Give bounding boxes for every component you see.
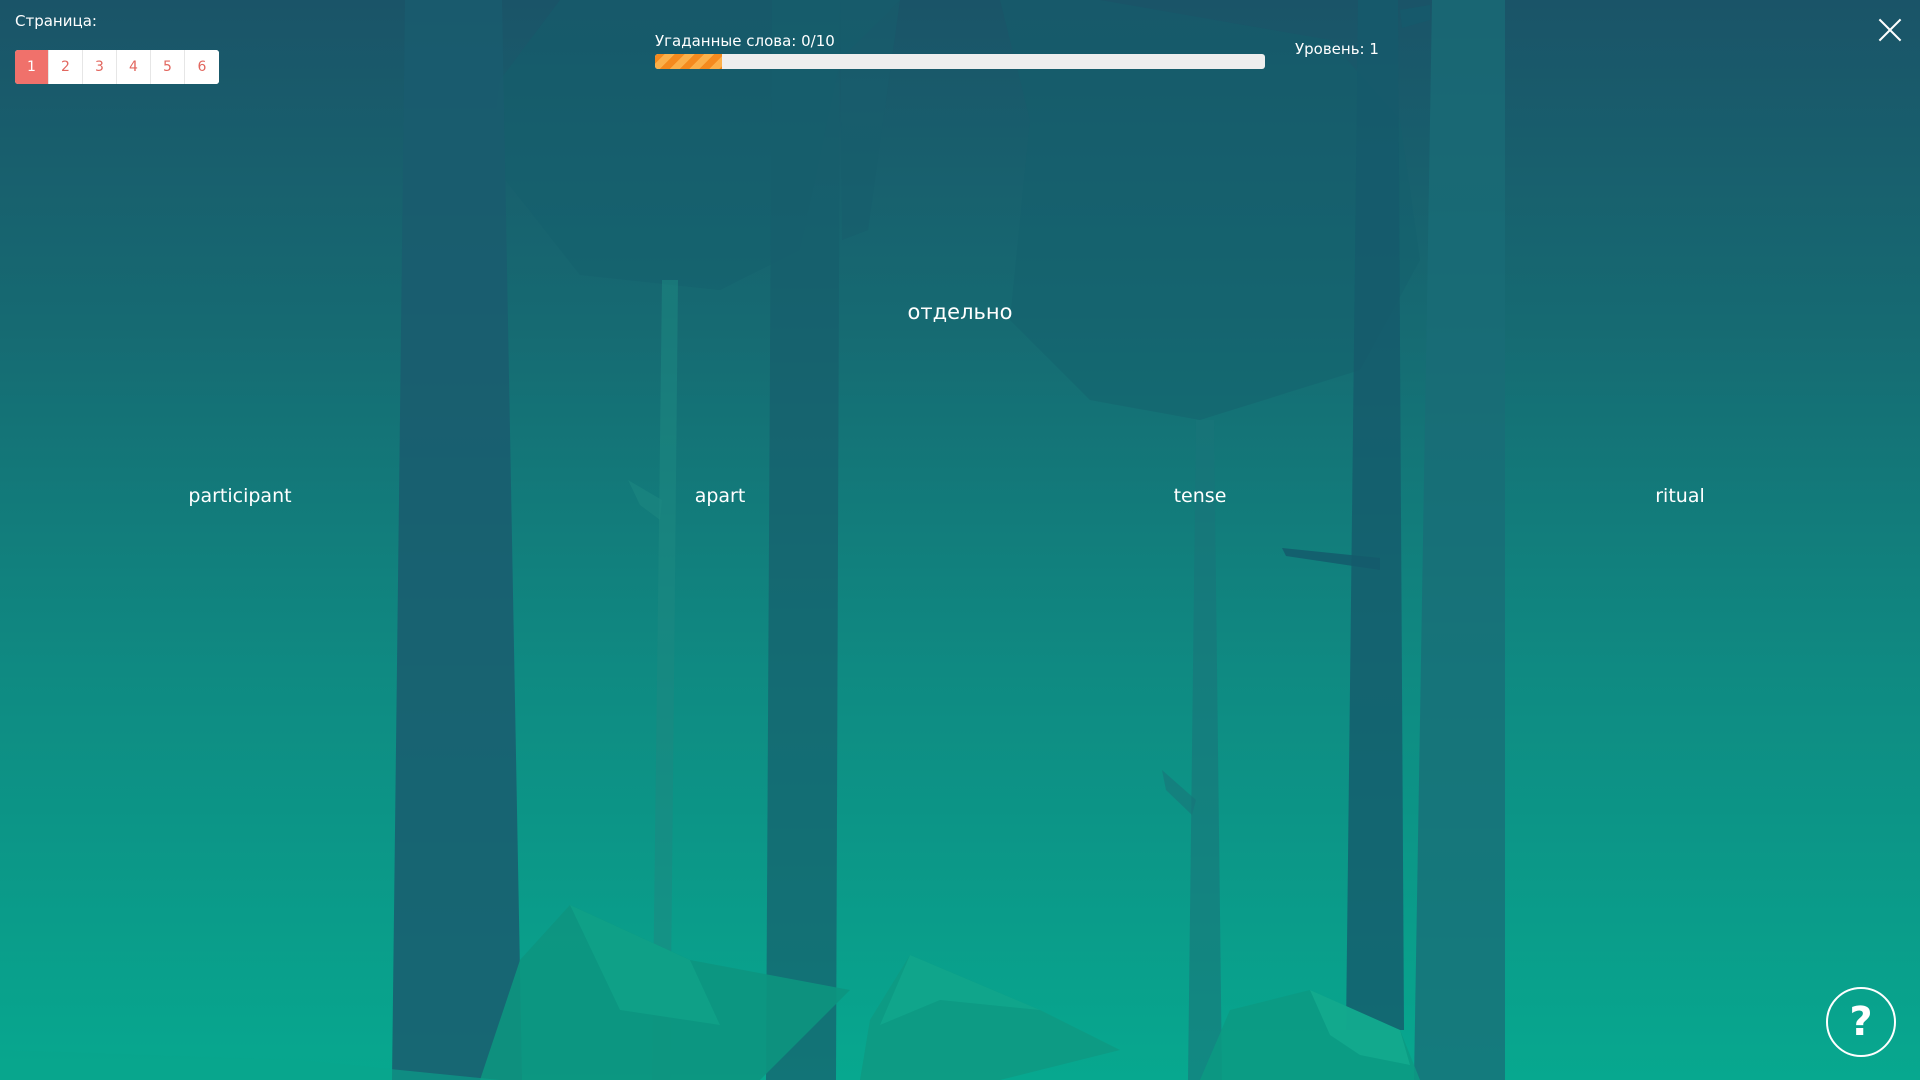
progress-bar [655,54,1265,69]
progress-bar-fill [655,54,723,69]
page-button-1[interactable]: 1 [15,50,49,84]
answer-option-4[interactable]: ritual [1440,485,1920,507]
answer-options: participant apart tense ritual [0,485,1920,507]
page-selector-title: Страница: [15,12,97,30]
close-icon[interactable] [1877,17,1903,43]
forest-background [0,0,1505,1080]
page-button-2[interactable]: 2 [49,50,83,84]
page-selector: 1 2 3 4 5 6 [15,50,219,84]
level-label: Уровень: 1 [1295,40,1379,58]
guessed-words-label: Угаданные слова: 0/10 [655,32,835,50]
game-screen: Страница: 1 2 3 4 5 6 Угаданные слова: 0… [0,0,1920,1080]
target-word: отдельно [907,300,1013,324]
page-button-3[interactable]: 3 [83,50,117,84]
question-mark-icon[interactable]: ? [1826,987,1896,1057]
answer-option-2[interactable]: apart [480,485,960,507]
answer-option-3[interactable]: tense [960,485,1440,507]
page-button-5[interactable]: 5 [151,50,185,84]
page-button-6[interactable]: 6 [185,50,219,84]
answer-option-1[interactable]: participant [0,485,480,507]
page-button-4[interactable]: 4 [117,50,151,84]
